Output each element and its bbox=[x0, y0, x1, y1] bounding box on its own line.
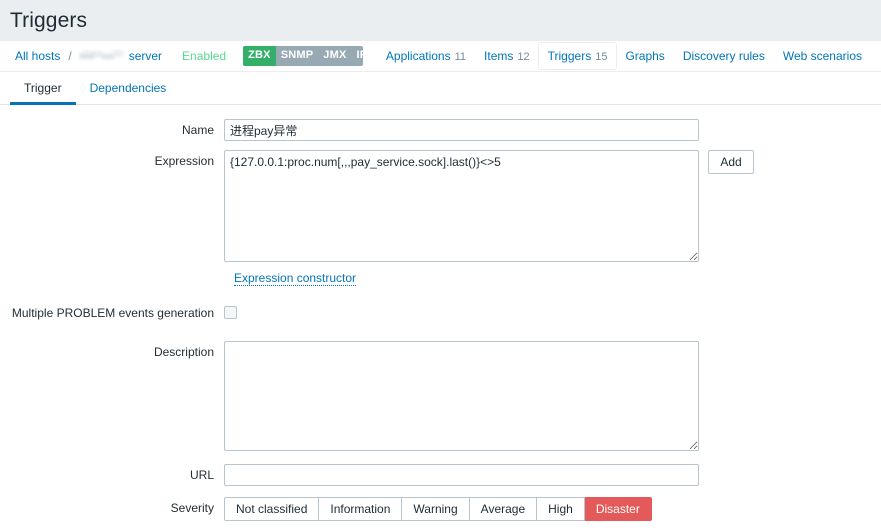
severity-label: Severity bbox=[170, 501, 214, 515]
nav-tab-web-scenarios-label: Web scenarios bbox=[782, 49, 862, 63]
expression-field-wrap: Add bbox=[224, 150, 754, 262]
interface-badge-snmp[interactable]: SNMP bbox=[275, 46, 319, 66]
severity-option-information[interactable]: Information bbox=[319, 497, 403, 521]
expression-add-button[interactable]: Add bbox=[708, 150, 754, 174]
nav-tab-items[interactable]: Items 12 bbox=[475, 43, 539, 69]
name-field-wrap bbox=[224, 119, 699, 141]
expression-textarea[interactable] bbox=[224, 150, 699, 262]
nav-tab-triggers-label: Triggers bbox=[547, 49, 592, 63]
nav-tab-triggers[interactable]: Triggers 15 bbox=[538, 43, 617, 69]
nav-tab-discovery-rules-label: Discovery rules bbox=[682, 49, 765, 63]
breadcrumb-all-hosts-link[interactable]: All hosts bbox=[10, 45, 65, 67]
nav-tab-items-label: Items bbox=[484, 49, 514, 63]
interface-badge-zbx[interactable]: ZBX bbox=[243, 46, 276, 66]
breadcrumb-host-link[interactable]: server bbox=[75, 45, 165, 67]
multiple-problem-events-label: Multiple PROBLEM events generation bbox=[11, 306, 214, 320]
severity-option-disaster[interactable]: Disaster bbox=[584, 497, 652, 521]
form-row-url: URL bbox=[0, 464, 881, 486]
host-name-suffix: server bbox=[128, 49, 163, 63]
severity-option-not-classified[interactable]: Not classified bbox=[224, 497, 320, 521]
nav-tab-applications-count: 11 bbox=[454, 51, 467, 63]
form-row-multiple-problem-events: Multiple PROBLEM events generation bbox=[0, 302, 881, 321]
nav-tab-web-scenarios[interactable]: Web scenarios bbox=[774, 43, 871, 69]
form-tab-bar: Trigger Dependencies bbox=[0, 72, 881, 105]
nav-tab-graphs[interactable]: Graphs bbox=[616, 43, 673, 69]
form-row-expression: Expression Add bbox=[0, 150, 881, 262]
interface-badge-jmx[interactable]: JMX bbox=[318, 46, 352, 66]
nav-tab-graphs-label: Graphs bbox=[625, 49, 665, 63]
breadcrumb-nav-strip: All hosts / server Enabled ZBX SNMP JMX … bbox=[0, 41, 881, 72]
form-row-description: Description bbox=[0, 341, 881, 451]
severity-option-average[interactable]: Average bbox=[469, 497, 538, 521]
url-field-wrap bbox=[224, 464, 699, 486]
nav-tab-discovery-rules[interactable]: Discovery rules bbox=[674, 43, 774, 69]
interface-badge-ipmi[interactable]: IPMI bbox=[351, 46, 363, 66]
nav-tab-triggers-count: 15 bbox=[595, 51, 608, 63]
form-row-name: Name bbox=[0, 119, 881, 141]
page-title: Triggers bbox=[10, 9, 88, 32]
description-label: Description bbox=[153, 345, 214, 359]
tab-trigger-label: Trigger bbox=[24, 81, 62, 95]
severity-radio-group: Not classified Information Warning Avera… bbox=[224, 497, 652, 521]
tab-dependencies-label: Dependencies bbox=[89, 81, 167, 95]
form-row-expression-constructor: Expression constructor bbox=[0, 271, 881, 286]
host-name-redacted bbox=[77, 49, 129, 62]
page-header: Triggers bbox=[0, 0, 881, 41]
form-row-severity: Severity Not classified Information Warn… bbox=[0, 497, 881, 521]
nav-tab-applications[interactable]: Applications 11 bbox=[377, 43, 475, 69]
name-label: Name bbox=[181, 123, 214, 137]
severity-option-warning[interactable]: Warning bbox=[402, 497, 470, 521]
multiple-problem-events-field-wrap bbox=[224, 302, 237, 319]
expression-constructor-link[interactable]: Expression constructor bbox=[234, 271, 357, 286]
name-input[interactable] bbox=[224, 119, 699, 141]
severity-option-high[interactable]: High bbox=[537, 497, 585, 521]
host-status-enabled[interactable]: Enabled bbox=[177, 45, 231, 67]
expression-label: Expression bbox=[154, 154, 214, 168]
breadcrumb-separator: / bbox=[68, 49, 72, 63]
description-field-wrap bbox=[224, 341, 699, 451]
tab-trigger[interactable]: Trigger bbox=[10, 72, 76, 105]
url-label: URL bbox=[189, 468, 214, 482]
severity-field-wrap: Not classified Information Warning Avera… bbox=[224, 497, 652, 521]
nav-tab-items-count: 12 bbox=[517, 51, 530, 63]
tab-dependencies[interactable]: Dependencies bbox=[76, 72, 181, 104]
trigger-form: Name Expression Add Expression construct… bbox=[0, 105, 881, 521]
host-nav-tabs: Applications 11 Items 12 Triggers 15 Graphs… bbox=[377, 43, 871, 69]
description-textarea[interactable] bbox=[224, 341, 699, 451]
multiple-problem-events-checkbox[interactable] bbox=[224, 306, 237, 319]
url-input[interactable] bbox=[224, 464, 699, 486]
nav-tab-applications-label: Applications bbox=[385, 49, 451, 63]
interface-badge-group: ZBX SNMP JMX IPMI bbox=[243, 46, 363, 66]
